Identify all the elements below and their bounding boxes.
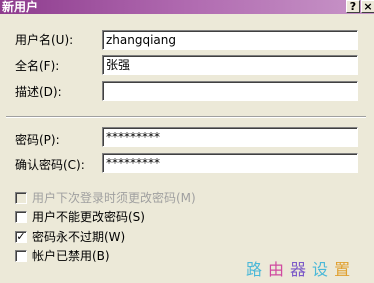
watermark: 路由器设置 <box>246 256 356 280</box>
watermark-char: 置 <box>334 260 357 279</box>
close-button[interactable]: × <box>361 0 374 13</box>
watermark-char: 器 <box>290 260 313 279</box>
title-bar[interactable]: 新用户 ? × <box>0 0 374 14</box>
fullname-label: 全名(F): <box>15 59 60 73</box>
username-field[interactable]: zhangqiang <box>102 30 358 50</box>
description-label: 描述(D): <box>15 85 62 99</box>
confirm-password-field[interactable]: ********* <box>102 153 358 173</box>
password-field[interactable]: ********* <box>102 127 358 147</box>
account-disabled-checkbox[interactable] <box>15 250 27 262</box>
watermark-char: 路 <box>246 260 269 279</box>
password-label: 密码(P): <box>15 133 60 147</box>
watermark-char: 设 <box>312 260 335 279</box>
must-change-password-checkbox <box>15 192 27 204</box>
cannot-change-password-label[interactable]: 用户不能更改密码(S) <box>32 209 145 225</box>
window-title: 新用户 <box>2 0 39 14</box>
fullname-field[interactable]: 张强 <box>102 55 358 75</box>
cannot-change-password-checkbox[interactable] <box>15 211 27 223</box>
separator <box>6 116 366 118</box>
help-button[interactable]: ? <box>346 0 360 13</box>
password-never-expires-label[interactable]: 密码永不过期(W) <box>32 229 125 245</box>
watermark-char: 由 <box>268 260 291 279</box>
confirm-password-label: 确认密码(C): <box>15 158 85 172</box>
password-never-expires-checkbox[interactable]: ✓ <box>15 231 27 243</box>
account-disabled-label[interactable]: 帐户已禁用(B) <box>32 248 110 264</box>
description-field[interactable] <box>102 81 358 101</box>
username-label: 用户名(U): <box>15 33 74 47</box>
new-user-dialog: 新用户 ? × 用户名(U): zhangqiang 全名(F): 张强 描述(… <box>0 0 374 283</box>
must-change-password-label: 用户下次登录时须更改密码(M) <box>32 191 196 205</box>
